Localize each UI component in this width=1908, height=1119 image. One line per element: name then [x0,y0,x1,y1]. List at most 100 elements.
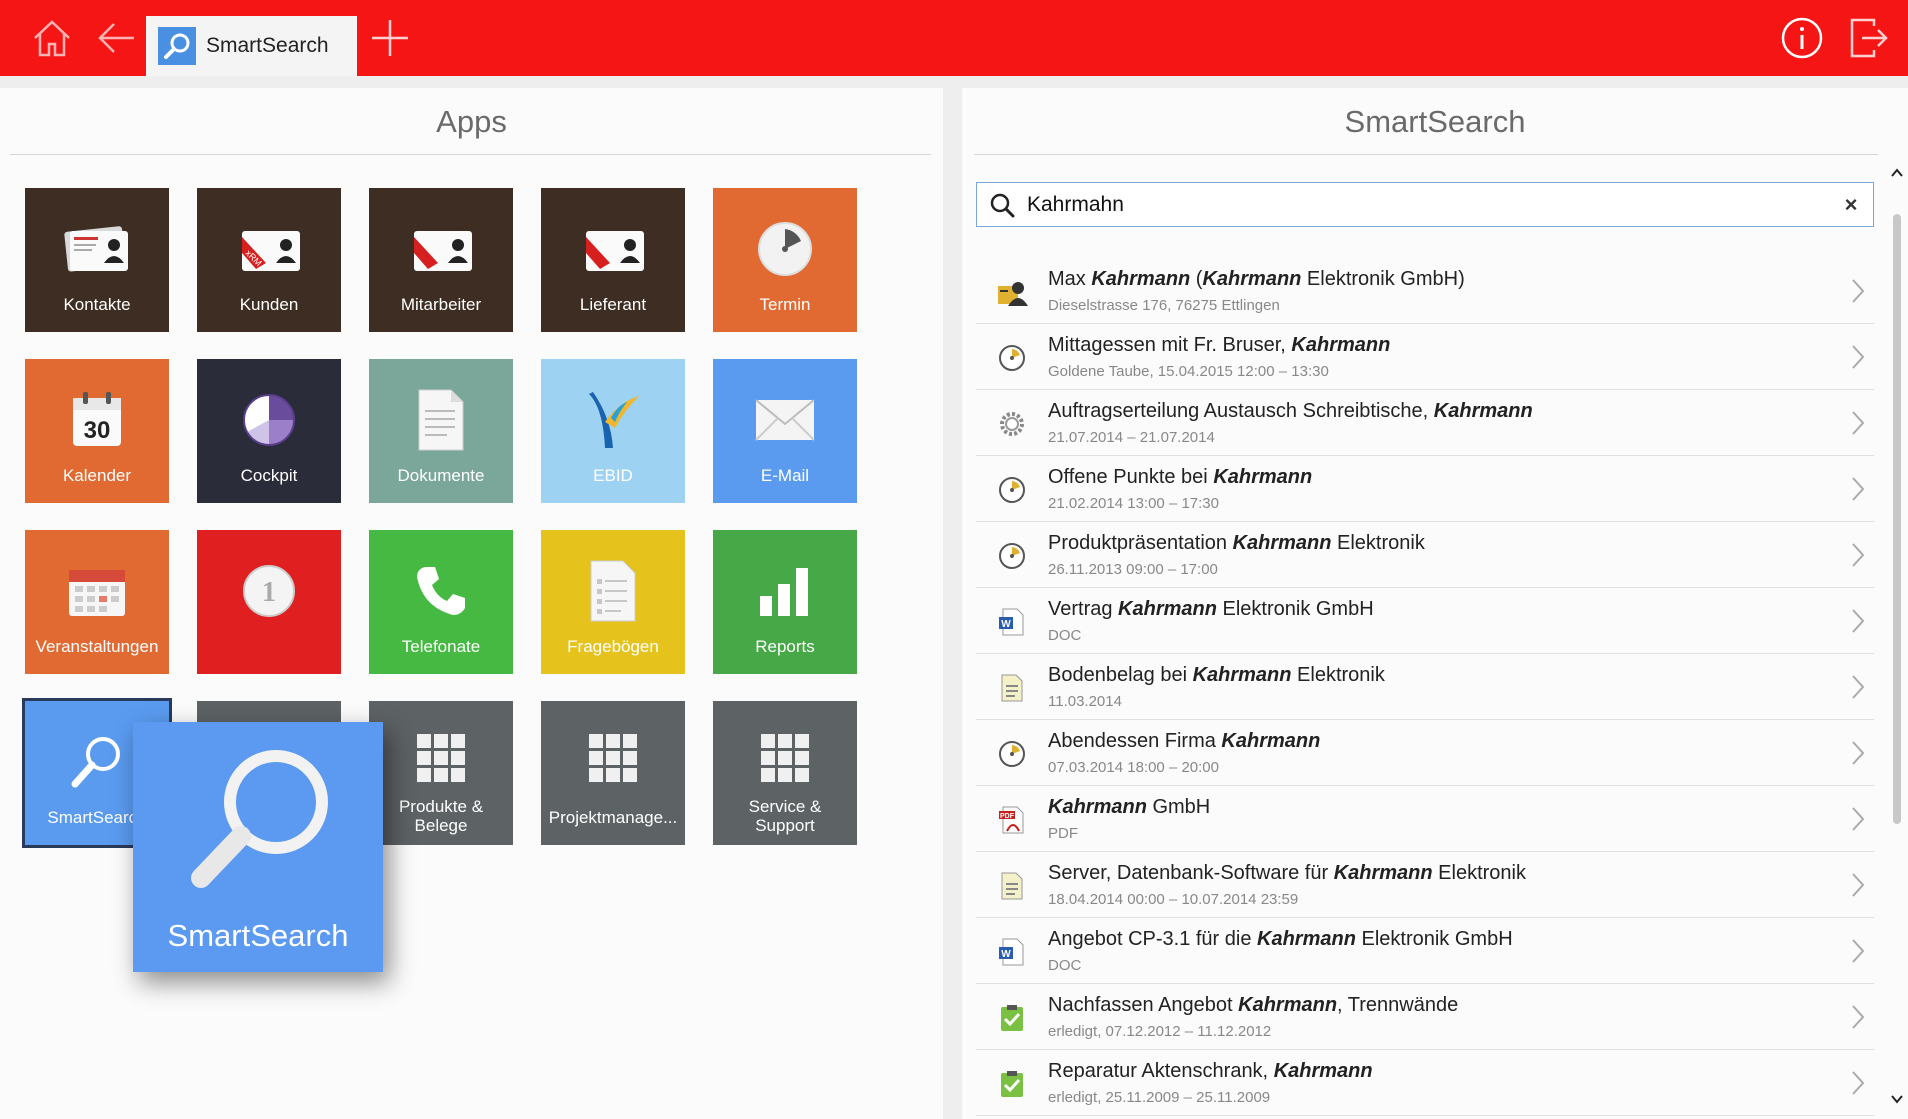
tile-projektmanagement[interactable]: Projektmanage... [541,701,685,845]
chevron-right-icon[interactable] [1848,410,1868,436]
chevron-right-icon[interactable] [1848,674,1868,700]
tile-cockpit[interactable]: Cockpit [197,359,341,503]
pdf-icon: PDF [996,804,1028,836]
bar-chart-icon [756,556,814,626]
tile-label: Reports [755,637,815,656]
chevron-right-icon[interactable] [1848,278,1868,304]
result-row[interactable]: Abendessen Firma Kahrmann 07.03.2014 18:0… [976,720,1874,786]
result-row[interactable]: Offene Punkte bei Kahrmann 21.02.2014 13:… [976,456,1874,522]
result-highlight: Kahrmann [1257,928,1356,950]
tile-label: Produkte & Belege [398,797,484,835]
result-highlight: Kahrmann [1192,664,1292,686]
xrm-card-icon: xRM [236,214,302,284]
tile-label: EBID [593,466,633,485]
appointment-clock-icon [996,342,1028,374]
scroll-down-icon[interactable] [1890,1092,1904,1106]
chevron-right-icon[interactable] [1848,938,1868,964]
task-check-icon [996,1002,1028,1034]
task-counter-badge: 1 [262,577,276,608]
result-title: Angebot CP-3.1 für die Kahrmann Elektron… [1048,928,1513,951]
svg-text:W: W [1001,619,1011,630]
result-row[interactable]: Auftragserteilung Austausch Schreibtisch… [976,390,1874,456]
search-input[interactable] [1027,184,1829,225]
info-icon [1781,17,1823,59]
back-button[interactable] [88,0,144,76]
result-row[interactable]: Bodenbelag bei Kahrmann Elektronik 11.03.… [976,654,1874,720]
tile-frageboegen[interactable]: Fragebögen [541,530,685,674]
search-icon [158,27,196,65]
result-row[interactable]: W Angebot CP-3.1 für die Kahrmann Elektro… [976,918,1874,984]
info-button[interactable] [1778,0,1826,76]
tile-email[interactable]: E-Mail [713,359,857,503]
tile-label: Mitarbeiter [400,295,482,314]
tile-label: Service & Support [748,797,822,835]
tile-produkte-belege[interactable]: Produkte & Belege [369,701,513,845]
result-title: Kahrmann GmbH [1048,796,1210,819]
result-highlight: Kahrmann [1291,334,1391,356]
tile-termin[interactable]: Termin [713,188,857,332]
appointment-clock-icon [996,540,1028,572]
tile-kontakte[interactable]: Kontakte [25,188,169,332]
tile-veranstaltungen[interactable]: Veranstaltungen [25,530,169,674]
logout-button[interactable] [1840,0,1896,76]
tile-mitarbeiter[interactable]: Mitarbeiter [369,188,513,332]
tile-dokumente[interactable]: Dokumente [369,359,513,503]
home-button[interactable] [24,0,80,76]
chevron-right-icon[interactable] [1848,1070,1868,1096]
result-row[interactable]: Server, Datenbank-Software für Kahrmann … [976,852,1874,918]
result-row[interactable]: W Vertrag Kahrmann Elektronik GmbH DOC [976,588,1874,654]
tile-service-support[interactable]: Service & Support [713,701,857,845]
scroll-up-icon[interactable] [1890,166,1904,180]
results-scrollbar[interactable] [1890,166,1904,1106]
result-highlight: Kahrmann [1221,730,1321,752]
tab-smartsearch[interactable]: SmartSearch [146,16,357,76]
result-highlight: Kahrmann [1202,268,1302,290]
result-title: Nachfassen Angebot Kahrmann, Trennwände [1048,994,1458,1017]
chevron-right-icon[interactable] [1848,872,1868,898]
svg-text:PDF: PDF [1000,813,1015,820]
tile-lieferant[interactable]: Lieferant [541,188,685,332]
grid-icon [587,723,639,793]
smartsearch-title: SmartSearch [1344,104,1526,139]
chevron-right-icon[interactable] [1848,476,1868,502]
chevron-right-icon[interactable] [1848,542,1868,568]
tile-label: Cockpit [240,466,298,485]
plus-icon [372,20,408,56]
word-doc-icon: W [996,936,1028,968]
tile-kalender[interactable]: 30 Kalender [25,359,169,503]
result-title: Server, Datenbank-Software für Kahrmann … [1048,862,1526,885]
result-row[interactable]: Reparatur Aktenschrank, Kahrmann erledigt… [976,1050,1874,1116]
tab-label: SmartSearch [206,34,329,57]
popup-label: SmartSearch [167,918,349,953]
scroll-thumb[interactable] [1893,214,1901,824]
result-title: Bodenbelag bei Kahrmann Elektronik [1048,664,1385,687]
result-highlight: Kahrmann [1048,796,1147,818]
apps-title: Apps [436,104,507,139]
result-row[interactable]: Produktpräsentation Kahrmann Elektronik 2… [976,522,1874,588]
add-tab-button[interactable] [362,0,418,76]
smartsearch-drag-preview[interactable]: SmartSearch [133,722,383,972]
result-row[interactable]: Nachfassen Angebot Kahrmann, Trennwände e… [976,984,1874,1050]
tile-ebid[interactable]: EBID [541,359,685,503]
chevron-right-icon[interactable] [1848,608,1868,634]
result-title-text: Elektronik [1331,532,1425,554]
tile-label: Lieferant [579,295,647,314]
contact-person-icon [996,276,1028,308]
tile-aufgaben[interactable]: 1 [197,530,341,674]
result-row[interactable]: Max Kahrmann (Kahrmann Elektronik GmbH) D… [976,258,1874,324]
tile-label: Kalender [62,466,132,485]
result-subtitle: erledigt, 25.11.2009 – 25.11.2009 [1048,1089,1271,1106]
chevron-right-icon[interactable] [1848,344,1868,370]
tile-reports[interactable]: Reports [713,530,857,674]
task-check-icon [996,1068,1028,1100]
tile-kunden[interactable]: xRM Kunden [197,188,341,332]
result-row[interactable]: PDF Kahrmann GmbH PDF [976,786,1874,852]
tile-label: Termin [759,295,811,314]
chevron-right-icon[interactable] [1848,806,1868,832]
tile-label: Dokumente [397,466,485,485]
chevron-right-icon[interactable] [1848,740,1868,766]
result-row[interactable]: Mittagessen mit Fr. Bruser, Kahrmann Gold… [976,324,1874,390]
clear-search-button[interactable]: × [1829,192,1873,218]
chevron-right-icon[interactable] [1848,1004,1868,1030]
tile-telefonate[interactable]: Telefonate [369,530,513,674]
